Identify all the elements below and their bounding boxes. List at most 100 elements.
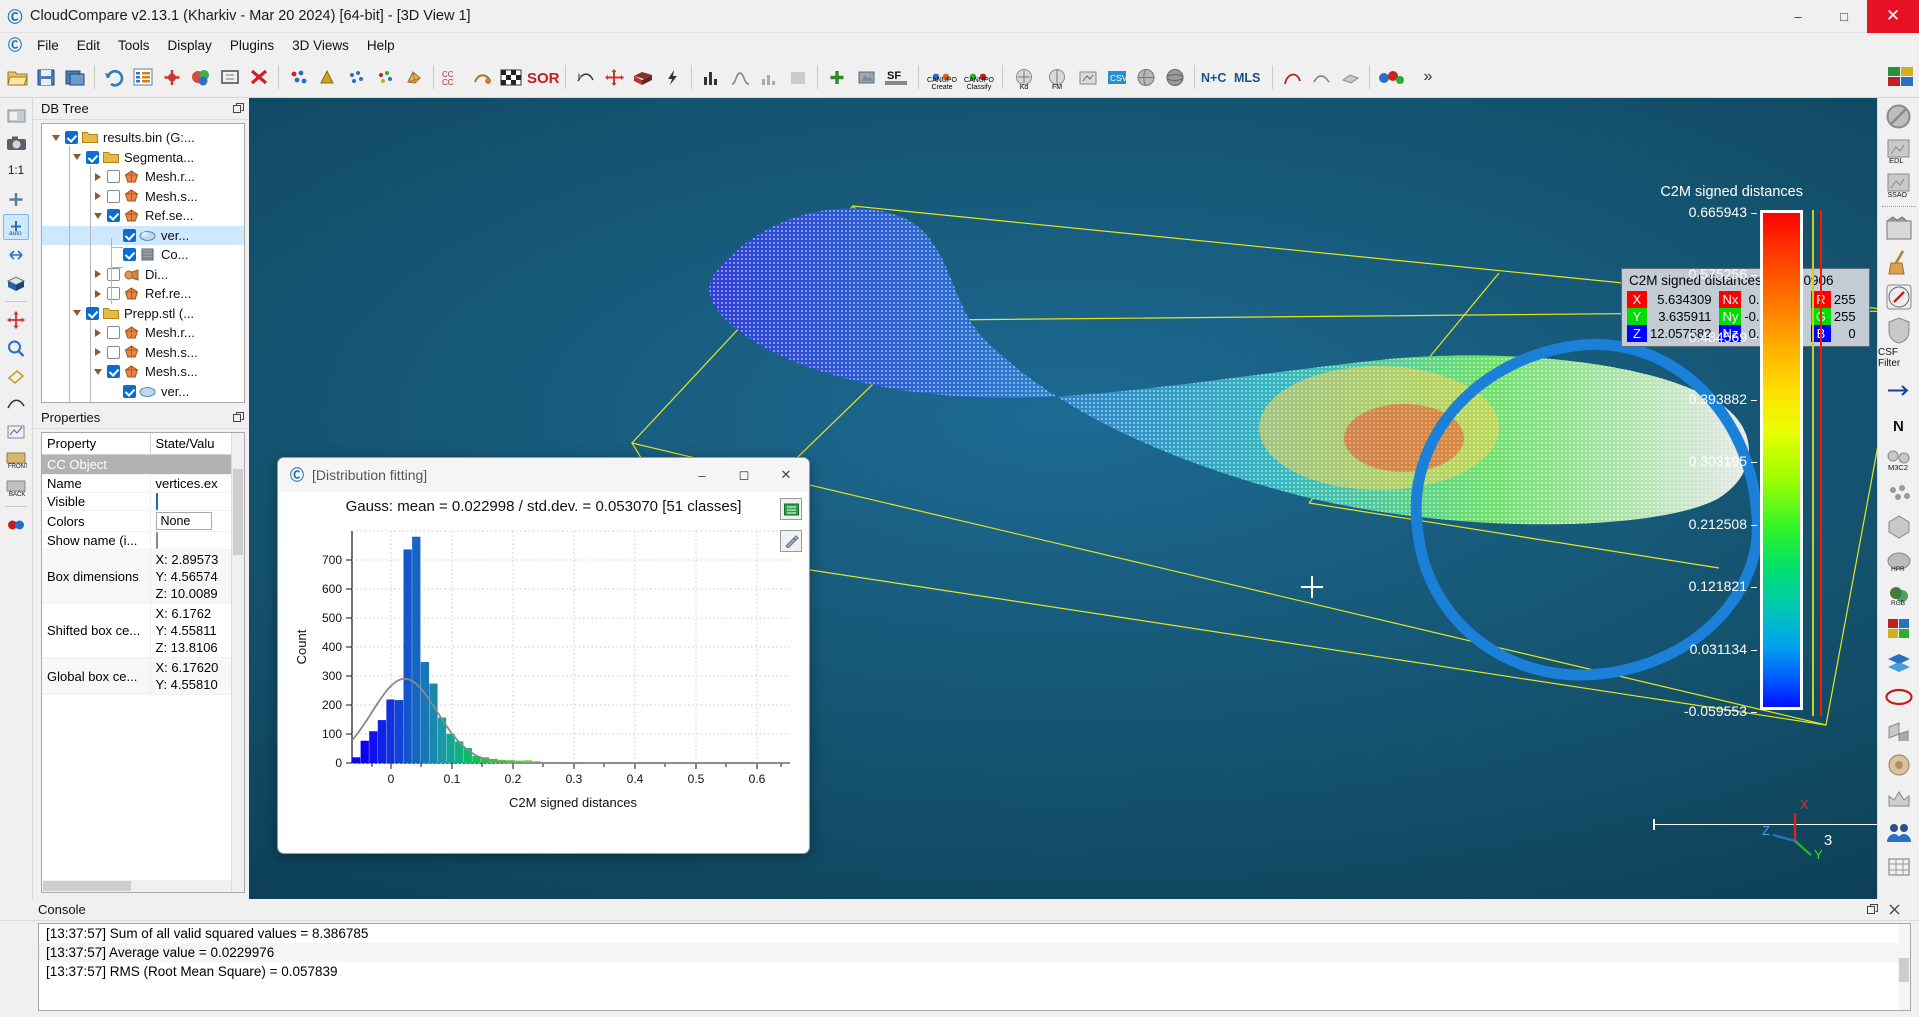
subsample-icon[interactable] [284,62,312,92]
properties-hscrollbar[interactable] [42,880,231,892]
kd-tree-icon[interactable]: Kd [1008,62,1040,92]
compass-icon[interactable] [1882,281,1916,312]
undock-icon[interactable] [231,411,245,425]
tree-item-2[interactable]: Mesh.r... [42,167,244,187]
plugin-colored-icon[interactable] [1885,62,1919,92]
console-box[interactable]: [13:37:57] Sum of all valid squared valu… [38,923,1911,1011]
camera-settings-icon[interactable] [3,102,29,128]
sor-filter-icon[interactable]: SOR [526,62,560,92]
mesh-icon[interactable] [400,62,428,92]
tree-item-13[interactable]: ver... [42,382,244,402]
merge-icon[interactable] [468,62,496,92]
zoom-one-to-one-icon[interactable]: 1:1 [3,158,29,184]
tree-item-8[interactable]: Ref.re... [42,284,244,304]
globe-icon[interactable] [1132,62,1160,92]
tree-item-1[interactable]: Segmenta... [42,148,244,168]
colors-combo[interactable]: None [156,512,212,530]
property-value-name[interactable]: vertices.ex [150,475,244,493]
properties-vscroll-thumb[interactable] [233,469,243,555]
close-button[interactable]: ✕ [1867,0,1919,33]
tree-item-12[interactable]: Mesh.s... [42,362,244,382]
axis-toggle-icon[interactable] [3,242,29,268]
segment-icon[interactable] [3,391,29,417]
save-file-icon[interactable] [32,62,60,92]
dialog-close-button[interactable]: ✕ [765,460,807,490]
edl-filter-icon[interactable]: EDL [1882,135,1916,166]
histogram-chart[interactable]: 0 100 200 300 400 500 600 700 0 0.1 0.2 … [284,517,804,825]
ellipse-icon[interactable] [1882,681,1916,712]
visible-checkbox[interactable] [156,493,158,510]
fm-label-icon[interactable]: FM [1041,62,1073,92]
tree-item-3[interactable]: Mesh.s... [42,187,244,207]
tree-checkbox-7[interactable] [107,268,120,281]
edit-settings-button[interactable] [780,530,802,552]
open-file-icon[interactable] [3,62,31,92]
menu-item-file[interactable]: File [28,36,68,55]
chevron-down-icon[interactable] [46,135,65,141]
properties-vscrollbar[interactable] [231,433,244,892]
minimize-button[interactable]: – [1775,0,1821,33]
property-value-colors[interactable]: None [150,511,244,532]
tree-checkbox-6[interactable] [123,248,136,261]
tree-checkbox-0[interactable] [65,131,78,144]
tree-checkbox-5[interactable] [123,229,136,242]
arrow-icon[interactable] [1882,375,1916,406]
dialog-minimize-button[interactable]: – [681,460,723,490]
tree-checkbox-12[interactable] [107,365,120,378]
snapshot-icon[interactable] [3,130,29,156]
point-picking-icon[interactable] [3,363,29,389]
register-clouds-icon[interactable]: CCCC [439,62,467,92]
animation-icon[interactable] [1882,213,1916,244]
auto-pick-rotation-icon[interactable]: auto [3,214,29,240]
properties-box[interactable]: Property State/Valu CC Object Name verti… [41,432,245,893]
stat-test-icon[interactable] [726,62,754,92]
colorimetric-icon[interactable] [1882,613,1916,644]
compute-normals-icon[interactable] [852,62,880,92]
no-filter-icon[interactable] [1882,101,1916,132]
property-value-visible[interactable] [150,493,244,511]
layers-icon[interactable] [1882,647,1916,678]
menu-item-3d-views[interactable]: 3D Views [283,36,358,55]
ransac-icon[interactable] [1882,715,1916,746]
refresh-icon[interactable] [100,62,128,92]
zoom-fit-icon[interactable] [3,186,29,212]
clipping-box-icon[interactable] [3,270,29,296]
cork-icon[interactable] [1882,749,1916,780]
fit-plane-icon[interactable] [1336,62,1364,92]
mls-icon[interactable]: MLS [1233,62,1267,92]
properties-hscroll-thumb[interactable] [43,881,131,891]
zoom-fit-icon[interactable] [216,62,244,92]
tree-item-5[interactable]: ver... [42,226,244,246]
menu-item-plugins[interactable]: Plugins [221,36,283,55]
smooth-curve-icon[interactable] [1307,62,1335,92]
rgb-icon[interactable]: RGB [1882,579,1916,610]
tree-checkbox-4[interactable] [107,209,120,222]
clipping-box-icon[interactable] [629,62,657,92]
broom-icon[interactable] [1882,247,1916,278]
trace-polyline-icon[interactable] [3,419,29,445]
gradient-icon[interactable] [784,62,812,92]
console-vscroll-thumb[interactable] [1899,958,1909,982]
csv-export-icon[interactable]: CSV [1103,62,1131,92]
tree-item-4[interactable]: Ref.se... [42,206,244,226]
tree-checkbox-3[interactable] [107,190,120,203]
tree-checkbox-9[interactable] [86,307,99,320]
point-cloud-icon[interactable] [342,62,370,92]
maximize-button[interactable]: □ [1821,0,1867,33]
bolt-icon[interactable] [658,62,686,92]
checkerboard-icon[interactable] [497,62,525,92]
segment-tool-icon[interactable] [571,62,599,92]
tree-item-10[interactable]: Mesh.r... [42,323,244,343]
property-value-show-name[interactable] [150,532,244,550]
sphere-icon[interactable] [1161,62,1189,92]
n-plus-c-icon[interactable]: N+C [1200,62,1232,92]
transform-icon[interactable] [158,62,186,92]
people-icon[interactable] [1882,817,1916,848]
colorimetric-seg-icon[interactable] [1375,62,1409,92]
save-all-icon[interactable] [61,62,89,92]
undock-icon[interactable] [231,102,245,116]
hpr-icon[interactable]: HPR [1882,545,1916,576]
curve-icon[interactable] [1278,62,1306,92]
back-view-icon[interactable]: BACK [3,475,29,501]
scalar-field-icon[interactable] [371,62,399,92]
